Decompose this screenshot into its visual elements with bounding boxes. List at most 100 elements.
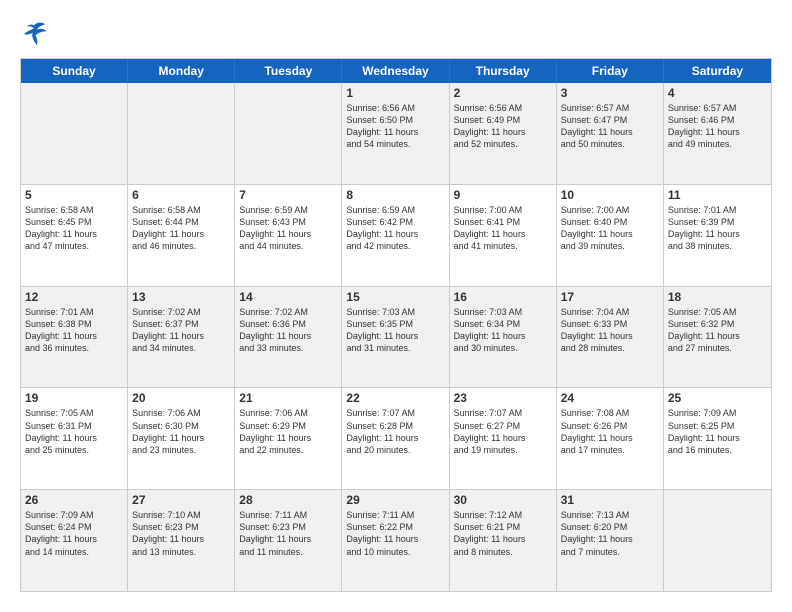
day-number: 7 [239, 188, 337, 202]
day-number: 13 [132, 290, 230, 304]
day-cell-6: 6 Sunrise: 6:58 AM Sunset: 6:44 PM Daylig… [128, 185, 235, 286]
day-cell-28: 28Sunrise: 7:11 AM Sunset: 6:23 PM Dayli… [235, 490, 342, 591]
day-number: 23 [454, 391, 552, 405]
day-number: 2 [454, 86, 552, 100]
day-header-friday: Friday [557, 59, 664, 83]
day-number: 31 [561, 493, 659, 507]
day-info: Sunrise: 7:05 AM Sunset: 6:31 PM Dayligh… [25, 407, 123, 456]
day-header-saturday: Saturday [664, 59, 771, 83]
day-cell-12: 12Sunrise: 7:01 AM Sunset: 6:38 PM Dayli… [21, 287, 128, 388]
day-cell-8: 8 Sunrise: 6:59 AM Sunset: 6:42 PM Daylig… [342, 185, 449, 286]
day-info: Sunrise: 7:11 AM Sunset: 6:23 PM Dayligh… [239, 509, 337, 558]
day-cell-31: 31 Sunrise: 7:13 AM Sunset: 6:20 PM Dayli… [557, 490, 664, 591]
day-info: Sunrise: 6:58 AM Sunset: 6:44 PM Dayligh… [132, 204, 230, 253]
calendar: SundayMondayTuesdayWednesdayThursdayFrid… [20, 58, 772, 592]
day-header-monday: Monday [128, 59, 235, 83]
day-number: 4 [668, 86, 767, 100]
day-cell-3: 3 Sunrise: 6:57 AM Sunset: 6:47 PM Daylig… [557, 83, 664, 184]
day-info: Sunrise: 6:57 AM Sunset: 6:47 PM Dayligh… [561, 102, 659, 151]
day-header-wednesday: Wednesday [342, 59, 449, 83]
day-cell-11: 11 Sunrise: 7:01 AM Sunset: 6:39 PM Dayli… [664, 185, 771, 286]
day-header-tuesday: Tuesday [235, 59, 342, 83]
day-number: 11 [668, 188, 767, 202]
day-info: Sunrise: 7:02 AM Sunset: 6:37 PM Dayligh… [132, 306, 230, 355]
day-info: Sunrise: 7:10 AM Sunset: 6:23 PM Dayligh… [132, 509, 230, 558]
day-number: 5 [25, 188, 123, 202]
day-headers: SundayMondayTuesdayWednesdayThursdayFrid… [21, 59, 771, 83]
day-info: Sunrise: 7:00 AM Sunset: 6:41 PM Dayligh… [454, 204, 552, 253]
day-cell-14: 14Sunrise: 7:02 AM Sunset: 6:36 PM Dayli… [235, 287, 342, 388]
week-row-4: 26 Sunrise: 7:09 AM Sunset: 6:24 PM Dayli… [21, 490, 771, 591]
day-cell-16: 16 Sunrise: 7:03 AM Sunset: 6:34 PM Dayli… [450, 287, 557, 388]
header [20, 20, 772, 48]
day-info: Sunrise: 7:09 AM Sunset: 6:24 PM Dayligh… [25, 509, 123, 558]
day-number: 14 [239, 290, 337, 304]
day-number: 22 [346, 391, 444, 405]
week-row-1: 5 Sunrise: 6:58 AM Sunset: 6:45 PM Daylig… [21, 185, 771, 287]
day-cell-empty [664, 490, 771, 591]
day-cell-5: 5 Sunrise: 6:58 AM Sunset: 6:45 PM Daylig… [21, 185, 128, 286]
logo-icon [20, 20, 48, 48]
day-cell-empty [21, 83, 128, 184]
day-number: 17 [561, 290, 659, 304]
day-number: 12 [25, 290, 123, 304]
day-number: 8 [346, 188, 444, 202]
day-info: Sunrise: 7:01 AM Sunset: 6:39 PM Dayligh… [668, 204, 767, 253]
day-header-sunday: Sunday [21, 59, 128, 83]
day-cell-26: 26 Sunrise: 7:09 AM Sunset: 6:24 PM Dayli… [21, 490, 128, 591]
day-number: 9 [454, 188, 552, 202]
day-info: Sunrise: 7:05 AM Sunset: 6:32 PM Dayligh… [668, 306, 767, 355]
day-info: Sunrise: 7:07 AM Sunset: 6:27 PM Dayligh… [454, 407, 552, 456]
week-row-2: 12Sunrise: 7:01 AM Sunset: 6:38 PM Dayli… [21, 287, 771, 389]
day-cell-7: 7Sunrise: 6:59 AM Sunset: 6:43 PM Daylig… [235, 185, 342, 286]
day-cell-13: 13 Sunrise: 7:02 AM Sunset: 6:37 PM Dayli… [128, 287, 235, 388]
day-cell-15: 15 Sunrise: 7:03 AM Sunset: 6:35 PM Dayli… [342, 287, 449, 388]
day-number: 6 [132, 188, 230, 202]
day-cell-23: 23 Sunrise: 7:07 AM Sunset: 6:27 PM Dayli… [450, 388, 557, 489]
day-info: Sunrise: 7:03 AM Sunset: 6:35 PM Dayligh… [346, 306, 444, 355]
day-number: 16 [454, 290, 552, 304]
day-cell-18: 18 Sunrise: 7:05 AM Sunset: 6:32 PM Dayli… [664, 287, 771, 388]
day-cell-19: 19 Sunrise: 7:05 AM Sunset: 6:31 PM Dayli… [21, 388, 128, 489]
day-cell-21: 21Sunrise: 7:06 AM Sunset: 6:29 PM Dayli… [235, 388, 342, 489]
day-cell-27: 27 Sunrise: 7:10 AM Sunset: 6:23 PM Dayli… [128, 490, 235, 591]
day-cell-10: 10 Sunrise: 7:00 AM Sunset: 6:40 PM Dayli… [557, 185, 664, 286]
day-number: 30 [454, 493, 552, 507]
day-cell-24: 24Sunrise: 7:08 AM Sunset: 6:26 PM Dayli… [557, 388, 664, 489]
day-info: Sunrise: 7:06 AM Sunset: 6:30 PM Dayligh… [132, 407, 230, 456]
week-row-0: 1 Sunrise: 6:56 AM Sunset: 6:50 PM Daylig… [21, 83, 771, 185]
day-number: 20 [132, 391, 230, 405]
page: SundayMondayTuesdayWednesdayThursdayFrid… [0, 0, 792, 612]
day-info: Sunrise: 7:08 AM Sunset: 6:26 PM Dayligh… [561, 407, 659, 456]
day-info: Sunrise: 7:11 AM Sunset: 6:22 PM Dayligh… [346, 509, 444, 558]
day-number: 15 [346, 290, 444, 304]
day-cell-20: 20 Sunrise: 7:06 AM Sunset: 6:30 PM Dayli… [128, 388, 235, 489]
day-info: Sunrise: 7:09 AM Sunset: 6:25 PM Dayligh… [668, 407, 767, 456]
week-row-3: 19 Sunrise: 7:05 AM Sunset: 6:31 PM Dayli… [21, 388, 771, 490]
day-info: Sunrise: 6:56 AM Sunset: 6:49 PM Dayligh… [454, 102, 552, 151]
day-cell-4: 4 Sunrise: 6:57 AM Sunset: 6:46 PM Daylig… [664, 83, 771, 184]
day-number: 25 [668, 391, 767, 405]
day-info: Sunrise: 7:07 AM Sunset: 6:28 PM Dayligh… [346, 407, 444, 456]
day-number: 1 [346, 86, 444, 100]
day-info: Sunrise: 6:58 AM Sunset: 6:45 PM Dayligh… [25, 204, 123, 253]
day-info: Sunrise: 7:03 AM Sunset: 6:34 PM Dayligh… [454, 306, 552, 355]
calendar-body: 1 Sunrise: 6:56 AM Sunset: 6:50 PM Daylig… [21, 83, 771, 591]
day-info: Sunrise: 6:56 AM Sunset: 6:50 PM Dayligh… [346, 102, 444, 151]
logo [20, 20, 52, 48]
day-number: 10 [561, 188, 659, 202]
day-number: 3 [561, 86, 659, 100]
day-cell-30: 30Sunrise: 7:12 AM Sunset: 6:21 PM Dayli… [450, 490, 557, 591]
day-cell-25: 25 Sunrise: 7:09 AM Sunset: 6:25 PM Dayli… [664, 388, 771, 489]
day-info: Sunrise: 6:59 AM Sunset: 6:42 PM Dayligh… [346, 204, 444, 253]
day-cell-2: 2 Sunrise: 6:56 AM Sunset: 6:49 PM Daylig… [450, 83, 557, 184]
day-number: 29 [346, 493, 444, 507]
day-cell-empty [235, 83, 342, 184]
day-info: Sunrise: 6:57 AM Sunset: 6:46 PM Dayligh… [668, 102, 767, 151]
day-number: 18 [668, 290, 767, 304]
day-number: 27 [132, 493, 230, 507]
day-number: 19 [25, 391, 123, 405]
day-info: Sunrise: 7:13 AM Sunset: 6:20 PM Dayligh… [561, 509, 659, 558]
day-info: Sunrise: 7:00 AM Sunset: 6:40 PM Dayligh… [561, 204, 659, 253]
day-number: 26 [25, 493, 123, 507]
